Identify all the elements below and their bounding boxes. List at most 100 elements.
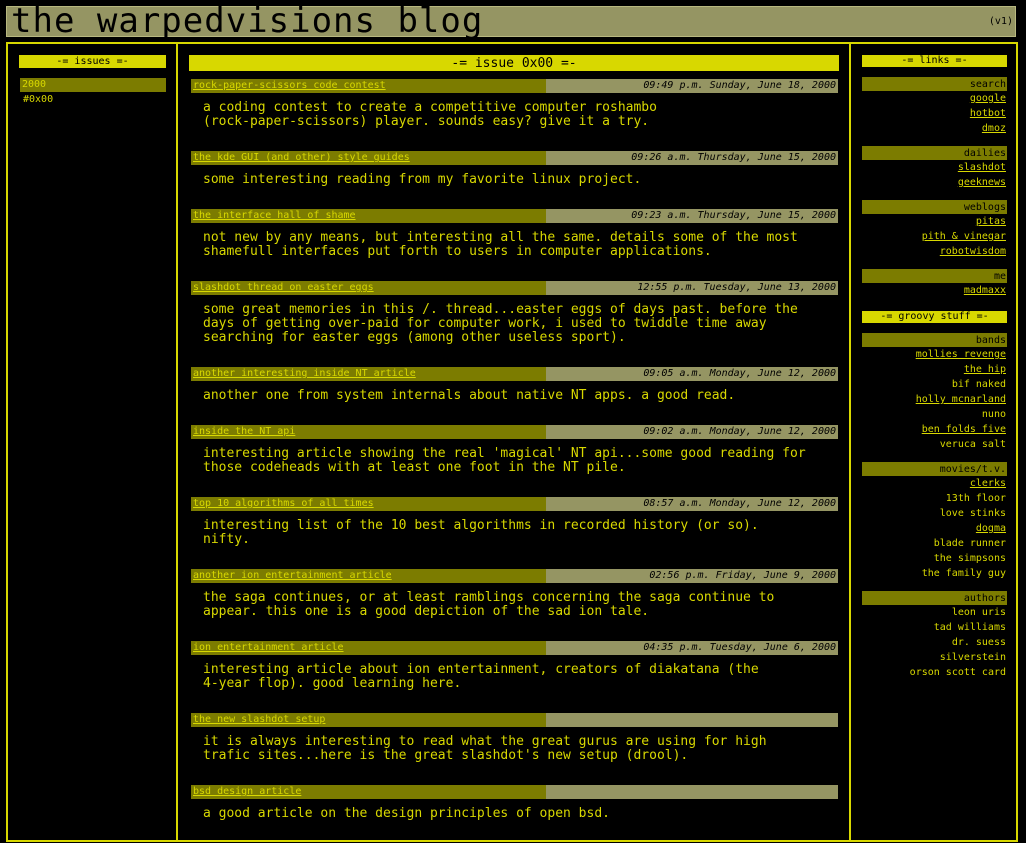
- blog-post: rock-paper-scissors code contest 09:49 p.…: [191, 79, 838, 151]
- post-header: another ion entertainment article 02:56 p…: [191, 569, 838, 583]
- post-body: interesting list of the 10 best algorith…: [203, 518, 759, 547]
- post-header: rock-paper-scissors code contest 09:49 p.…: [191, 79, 838, 93]
- sidebar-link[interactable]: pitas: [862, 214, 1007, 229]
- post-header: ion entertainment article 04:35 p.m. Tues…: [191, 641, 838, 655]
- links-header: -= links =-: [862, 55, 1007, 67]
- blog-post: bsd design article a good article on the …: [191, 785, 838, 843]
- post-body: a coding contest to create a competitive…: [203, 100, 657, 129]
- sidebar-item: silverstein: [939, 652, 1006, 663]
- post-title-link[interactable]: ion entertainment article: [191, 641, 546, 655]
- main-column: -= issue 0x00 =- rock-paper-scissors cod…: [176, 42, 851, 842]
- sidebar-link[interactable]: pith & vinegar: [862, 229, 1007, 244]
- blog-post: the new slashdot setup it is always inter…: [191, 713, 838, 785]
- post-body: a good article on the design principles …: [203, 806, 610, 821]
- sidebar-link[interactable]: slashdot: [862, 160, 1007, 175]
- sidebar-link[interactable]: robotwisdom: [862, 244, 1007, 259]
- link-category: authors: [862, 591, 1007, 605]
- post-title-link[interactable]: top 10 algorithms of all times: [191, 497, 546, 511]
- post-header: inside the NT api 09:02 a.m. Monday, June…: [191, 425, 838, 439]
- sidebar-item: tad williams: [933, 622, 1006, 633]
- blog-post: the interface hall of shame 09:23 a.m. Th…: [191, 209, 838, 281]
- blog-post: top 10 algorithms of all times 08:57 a.m.…: [191, 497, 838, 569]
- sidebar-link[interactable]: dmoz: [862, 121, 1007, 136]
- post-header: the new slashdot setup: [191, 713, 838, 727]
- sidebar-link[interactable]: ben folds five: [862, 422, 1007, 437]
- link-category: me: [862, 269, 1007, 283]
- sidebar-item: the family guy: [921, 568, 1006, 579]
- links-column: -= links =- search google hotbot dmoz dailie…: [849, 42, 1018, 842]
- post-list: rock-paper-scissors code contest 09:49 p.…: [191, 79, 838, 843]
- post-title-link[interactable]: inside the NT api: [191, 425, 546, 439]
- blog-post: slashdot thread on easter eggs 12:55 p.m.…: [191, 281, 838, 367]
- post-date: 04:35 p.m. Tuesday, June 6, 2000: [546, 641, 838, 655]
- blog-post: another interesting inside NT article 09:…: [191, 367, 838, 425]
- sidebar-link[interactable]: madmaxx: [862, 283, 1007, 298]
- post-date: 09:49 p.m. Sunday, June 18, 2000: [546, 79, 838, 93]
- link-category: movies/t.v.: [862, 462, 1007, 476]
- post-title-link[interactable]: the new slashdot setup: [191, 713, 546, 727]
- post-title-link[interactable]: another ion entertainment article: [191, 569, 546, 583]
- issue-link[interactable]: #0x00: [23, 94, 53, 105]
- post-header: slashdot thread on easter eggs 12:55 p.m.…: [191, 281, 838, 295]
- sidebar-link[interactable]: clerks: [862, 476, 1007, 491]
- sidebar-item: nuno: [981, 409, 1006, 420]
- sidebar-item: orson scott card: [909, 667, 1006, 678]
- link-category: weblogs: [862, 200, 1007, 214]
- sidebar-item: 13th floor: [945, 493, 1006, 504]
- post-header: another interesting inside NT article 09:…: [191, 367, 838, 381]
- post-date: 09:26 a.m. Thursday, June 15, 2000: [546, 151, 838, 165]
- post-body: some interesting reading from my favorit…: [203, 172, 642, 187]
- post-title-link[interactable]: another interesting inside NT article: [191, 367, 546, 381]
- sidebar-item: leon uris: [951, 607, 1006, 618]
- post-body: another one from system internals about …: [203, 388, 736, 403]
- sidebar-link[interactable]: mollies revenge: [862, 347, 1007, 362]
- post-title-link[interactable]: slashdot thread on easter eggs: [191, 281, 546, 295]
- post-header: top 10 algorithms of all times 08:57 a.m.…: [191, 497, 838, 511]
- blog-post: the kde GUI (and other) style guides 09:2…: [191, 151, 838, 209]
- groovy-groups: bands mollies revenge the hip bif naked holl…: [862, 333, 1007, 680]
- blog-post: ion entertainment article 04:35 p.m. Tues…: [191, 641, 838, 713]
- sidebar-link[interactable]: geeknews: [862, 175, 1007, 190]
- link-category: dailies: [862, 146, 1007, 160]
- post-title-link[interactable]: bsd design article: [191, 785, 546, 799]
- sidebar-link[interactable]: hotbot: [862, 106, 1007, 121]
- post-header: the interface hall of shame 09:23 a.m. Th…: [191, 209, 838, 223]
- sidebar-item: blade runner: [933, 538, 1006, 549]
- blog-post: inside the NT api 09:02 a.m. Monday, June…: [191, 425, 838, 497]
- post-title-link[interactable]: the kde GUI (and other) style guides: [191, 151, 546, 165]
- links-groups: search google hotbot dmoz dailies slashdot gee…: [862, 77, 1007, 298]
- post-body: not new by any means, but interesting al…: [203, 230, 798, 259]
- post-date: 09:02 a.m. Monday, June 12, 2000: [546, 425, 838, 439]
- post-date: 02:56 p.m. Friday, June 9, 2000: [546, 569, 838, 583]
- sidebar-item: the simpsons: [933, 553, 1006, 564]
- sidebar-item: love stinks: [939, 508, 1006, 519]
- sidebar-link[interactable]: dogma: [862, 521, 1007, 536]
- post-title-link[interactable]: the interface hall of shame: [191, 209, 546, 223]
- post-date: [546, 785, 838, 799]
- post-title-link[interactable]: rock-paper-scissors code contest: [191, 79, 546, 93]
- sidebar-item: veruca salt: [939, 439, 1006, 450]
- post-header: the kde GUI (and other) style guides 09:2…: [191, 151, 838, 165]
- site-title[interactable]: the warpedvisions blog: [11, 1, 483, 41]
- post-body: interesting article showing the real 'ma…: [203, 446, 806, 475]
- post-header: bsd design article: [191, 785, 838, 799]
- issues-year: 2000: [20, 78, 166, 92]
- post-date: 12:55 p.m. Tuesday, June 13, 2000: [546, 281, 838, 295]
- link-category: bands: [862, 333, 1007, 347]
- link-category: search: [862, 77, 1007, 91]
- post-date: [546, 713, 838, 727]
- sidebar-link[interactable]: google: [862, 91, 1007, 106]
- post-date: 09:23 a.m. Thursday, June 15, 2000: [546, 209, 838, 223]
- groovy-header: -= groovy stuff =-: [862, 311, 1007, 323]
- post-body: it is always interesting to read what th…: [203, 734, 767, 763]
- sidebar-link[interactable]: holly mcnarland: [862, 392, 1007, 407]
- site-header: the warpedvisions blog (v1): [6, 1, 1016, 41]
- post-body: the saga continues, or at least rambling…: [203, 590, 775, 619]
- sidebar-link[interactable]: the hip: [862, 362, 1007, 377]
- blog-post: another ion entertainment article 02:56 p…: [191, 569, 838, 641]
- issues-column: -= issues =- 2000 #0x00: [6, 42, 178, 842]
